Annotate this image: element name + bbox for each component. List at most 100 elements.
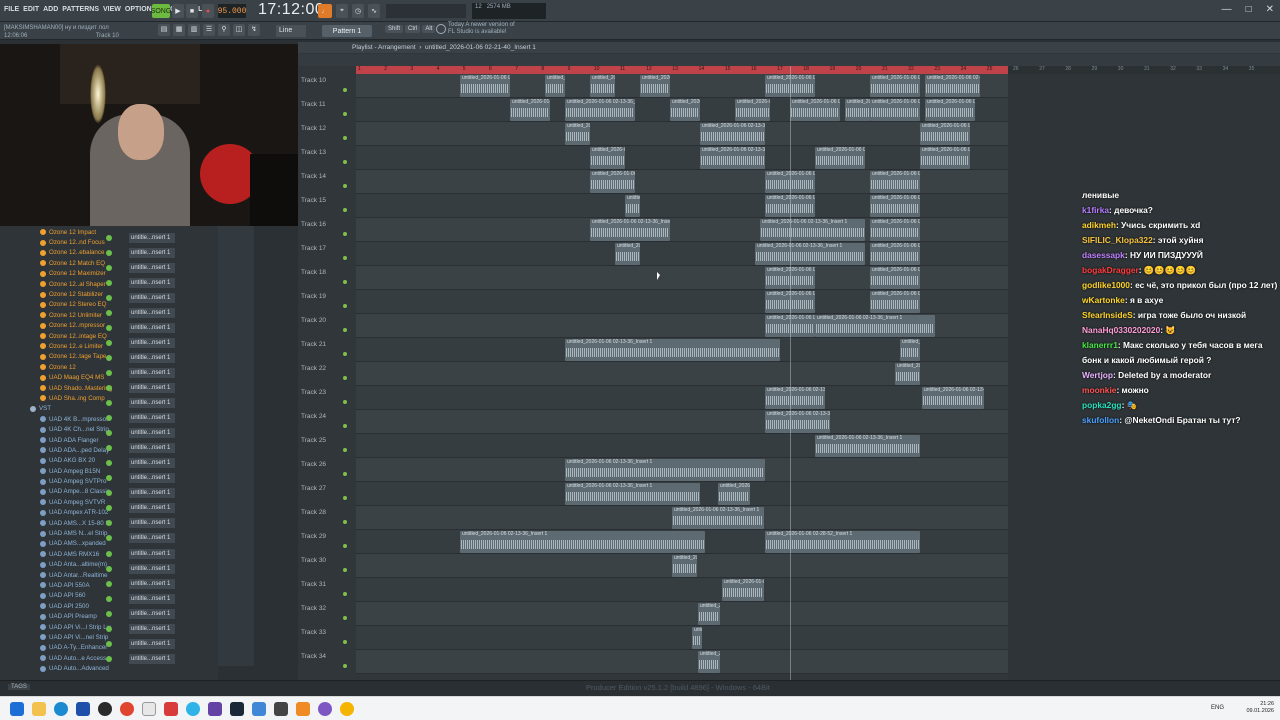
insert-name[interactable]: untitle...nsert 1 bbox=[129, 608, 175, 619]
maximize-icon[interactable]: □ bbox=[1246, 4, 1252, 15]
insert-name[interactable]: untitle...nsert 1 bbox=[129, 382, 175, 393]
audio-clip[interactable]: untitled_2026-01-06 02-13-36_Insert 1 bbox=[815, 435, 920, 457]
audio-clip[interactable]: untitled_2026-01-06 02-13-36_Insert 1 bbox=[698, 651, 720, 673]
mixer-insert-row[interactable]: untitle...nsert 1 bbox=[106, 441, 216, 456]
track-enable-led[interactable] bbox=[343, 520, 347, 524]
enable-switch-icon[interactable] bbox=[106, 490, 112, 497]
track-lane[interactable] bbox=[356, 146, 1008, 170]
mixer-insert-row[interactable]: untitle...nsert 1 bbox=[106, 516, 216, 531]
chrome-icon[interactable] bbox=[120, 702, 134, 716]
enable-switch-icon[interactable] bbox=[106, 445, 112, 452]
menu-item[interactable]: FILE bbox=[4, 6, 19, 13]
mixer-insert-row[interactable]: untitle...nsert 1 bbox=[106, 350, 216, 365]
insert-name[interactable]: untitle...nsert 1 bbox=[129, 548, 175, 559]
insert-name[interactable]: untitle...nsert 1 bbox=[129, 352, 175, 363]
audio-clip[interactable]: untitled_2026-01-06 02-13-36_Insert 1 bbox=[700, 123, 765, 145]
chat-username[interactable]: moonkie bbox=[1082, 385, 1116, 395]
app2-icon[interactable] bbox=[340, 702, 354, 716]
track-enable-led[interactable] bbox=[343, 448, 347, 452]
mixer-insert-row[interactable]: untitle...nsert 1 bbox=[106, 396, 216, 411]
mixer-insert-row[interactable]: untitle...nsert 1 bbox=[106, 561, 216, 576]
audio-clip[interactable]: untitled_2026-01-06 02-13-36_Insert 1 bbox=[565, 483, 700, 505]
track-enable-led[interactable] bbox=[343, 400, 347, 404]
tag-label[interactable]: TAGS bbox=[8, 684, 30, 690]
mixer-insert-row[interactable]: untitle...nsert 1 bbox=[106, 230, 216, 245]
track-enable-led[interactable] bbox=[343, 280, 347, 284]
track-header[interactable]: Track 18 bbox=[298, 266, 350, 290]
insert-name[interactable]: untitle...nsert 1 bbox=[129, 488, 175, 499]
insert-name[interactable]: untitle...nsert 1 bbox=[129, 232, 175, 243]
audio-clip[interactable]: untitled_2026-01-06 02-13-36_Insert 1 bbox=[765, 411, 830, 433]
audio-clip[interactable]: untitled_2026-01-06 02-13-36_Insert 1 bbox=[900, 339, 920, 361]
audio-clip[interactable]: untitled_2026-01-06 02-13-36_Insert 1 bbox=[698, 603, 720, 625]
track-enable-led[interactable] bbox=[343, 640, 347, 644]
track-header[interactable]: Track 20 bbox=[298, 314, 350, 338]
insert-name[interactable]: untitle...nsert 1 bbox=[129, 458, 175, 469]
chat-username[interactable]: bogakDragger bbox=[1082, 265, 1139, 275]
mixer-insert-row[interactable]: untitle...nsert 1 bbox=[106, 546, 216, 561]
start-icon[interactable] bbox=[10, 702, 24, 716]
enable-switch-icon[interactable] bbox=[106, 475, 112, 482]
mixer-insert-row[interactable]: untitle...nsert 1 bbox=[106, 426, 216, 441]
track-header[interactable]: Track 34 bbox=[298, 650, 350, 674]
enable-switch-icon[interactable] bbox=[106, 309, 112, 316]
chat-username[interactable]: SfearInsideS bbox=[1082, 310, 1133, 320]
track-enable-led[interactable] bbox=[343, 88, 347, 92]
audio-clip[interactable]: untitled_2026-01-06 02-13-36_Insert 1 bbox=[545, 75, 565, 97]
minimize-icon[interactable]: — bbox=[1222, 4, 1232, 15]
enable-switch-icon[interactable] bbox=[106, 550, 112, 557]
track-enable-led[interactable] bbox=[343, 424, 347, 428]
audio-clip[interactable]: untitled_2026-01-06 02-13-36_Insert 1 bbox=[895, 363, 920, 385]
media-icon[interactable] bbox=[164, 702, 178, 716]
obs-icon[interactable] bbox=[98, 702, 112, 716]
audio-clip[interactable]: untitled_2026-01-06 02-13-36_Insert 1 bbox=[922, 387, 984, 409]
chat-username[interactable]: popka2gg bbox=[1082, 400, 1122, 410]
track-header[interactable]: Track 13 bbox=[298, 146, 350, 170]
track-header[interactable]: Track 21 bbox=[298, 338, 350, 362]
track-lane[interactable] bbox=[356, 602, 1008, 626]
insert-name[interactable]: untitle...nsert 1 bbox=[129, 653, 175, 664]
audio-clip[interactable]: untitled_2026-01-06 02-13-36_Insert 1 bbox=[625, 195, 640, 217]
insert-name[interactable]: untitle...nsert 1 bbox=[129, 503, 175, 514]
menu-item[interactable]: VIEW bbox=[103, 6, 121, 13]
mixer-insert-row[interactable]: untitle...nsert 1 bbox=[106, 260, 216, 275]
tempo-tapper-icon[interactable]: ↯ bbox=[248, 24, 260, 36]
track-enable-led[interactable] bbox=[343, 544, 347, 548]
insert-name[interactable]: untitle...nsert 1 bbox=[129, 307, 175, 318]
audio-clip[interactable]: untitled_2026-01-06 02-13-36_Insert 1 bbox=[565, 99, 635, 121]
track-lane[interactable] bbox=[356, 410, 1008, 434]
mixer-insert-row[interactable]: untitle...nsert 1 bbox=[106, 501, 216, 516]
audio-clip[interactable]: untitled_2026-01-06 02-13-36_Insert 1 bbox=[565, 123, 590, 145]
track-enable-led[interactable] bbox=[343, 472, 347, 476]
mixer-insert-row[interactable]: untitle...nsert 1 bbox=[106, 576, 216, 591]
pattern-song-toggle[interactable]: SONG bbox=[151, 4, 171, 18]
audio-clip[interactable]: untitled_2026-01-06 02-13-36_Insert 1 bbox=[590, 147, 625, 169]
track-header[interactable]: Track 30 bbox=[298, 554, 350, 578]
enable-switch-icon[interactable] bbox=[106, 505, 112, 512]
enable-switch-icon[interactable] bbox=[106, 430, 112, 437]
insert-name[interactable]: untitle...nsert 1 bbox=[129, 638, 175, 649]
mixer-insert-row[interactable]: untitle...nsert 1 bbox=[106, 305, 216, 320]
mixer-icon[interactable]: ☰ bbox=[203, 24, 215, 36]
track-header[interactable]: Track 25 bbox=[298, 434, 350, 458]
track-enable-led[interactable] bbox=[343, 160, 347, 164]
store-icon[interactable] bbox=[76, 702, 90, 716]
mixer-insert-row[interactable]: untitle...nsert 1 bbox=[106, 621, 216, 636]
insert-name[interactable]: untitle...nsert 1 bbox=[129, 533, 175, 544]
mixer-insert-row[interactable]: untitle...nsert 1 bbox=[106, 380, 216, 395]
track-enable-led[interactable] bbox=[343, 616, 347, 620]
stop-button[interactable]: ■ bbox=[186, 4, 198, 18]
discord-icon[interactable] bbox=[318, 702, 332, 716]
playhead-marker[interactable] bbox=[790, 66, 791, 680]
audio-clip[interactable]: untitled_2026-01-06 02-13-36_Insert 1 bbox=[672, 507, 764, 529]
piano-roll-icon[interactable]: ▤ bbox=[158, 24, 170, 36]
menu-item[interactable]: EDIT bbox=[23, 6, 39, 13]
audio-clip[interactable]: untitled_2026-01-06 02-13-36_Insert 1 bbox=[735, 99, 770, 121]
mixer-insert-row[interactable]: untitle...nsert 1 bbox=[106, 290, 216, 305]
track-enable-led[interactable] bbox=[343, 208, 347, 212]
track-header[interactable]: Track 10 bbox=[298, 74, 350, 98]
track-header[interactable]: Track 17 bbox=[298, 242, 350, 266]
enable-switch-icon[interactable] bbox=[106, 264, 112, 271]
plugin-picker-icon[interactable]: ◫ bbox=[233, 24, 245, 36]
enable-switch-icon[interactable] bbox=[106, 460, 112, 467]
